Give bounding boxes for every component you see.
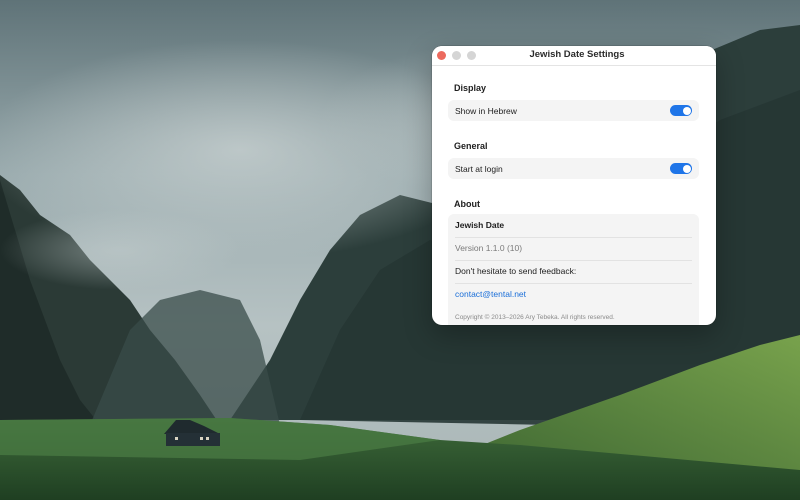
start-at-login-label: Start at login <box>455 164 503 174</box>
window-title: Jewish Date Settings <box>529 49 625 60</box>
settings-content[interactable]: Display Show in Hebrew General Start at … <box>432 66 716 325</box>
display-section-title: Display <box>454 83 487 93</box>
about-section-title: About <box>454 199 480 209</box>
start-at-login-toggle[interactable] <box>670 163 692 174</box>
copyright-text: Copyright © 2013–2026 Ary Tebeka. All ri… <box>455 314 615 321</box>
show-in-hebrew-toggle[interactable] <box>670 105 692 116</box>
feedback-text: Don't hesitate to send feedback: <box>455 260 692 284</box>
about-box: Jewish Date Version 1.1.0 (10) Don't hes… <box>448 214 699 325</box>
general-section-title: General <box>454 141 488 151</box>
settings-window: Jewish Date Settings Display Show in Heb… <box>432 46 716 325</box>
toggle-knob <box>682 164 691 173</box>
show-in-hebrew-row: Show in Hebrew <box>448 100 699 121</box>
toggle-knob <box>682 106 691 115</box>
version-text: Version 1.1.0 (10) <box>455 237 692 261</box>
app-name-text: Jewish Date <box>455 214 692 238</box>
contact-email-link[interactable]: contact@tental.net <box>455 283 692 306</box>
title-bar[interactable]: Jewish Date Settings <box>432 46 716 66</box>
show-in-hebrew-label: Show in Hebrew <box>455 106 517 116</box>
start-at-login-row: Start at login <box>448 158 699 179</box>
